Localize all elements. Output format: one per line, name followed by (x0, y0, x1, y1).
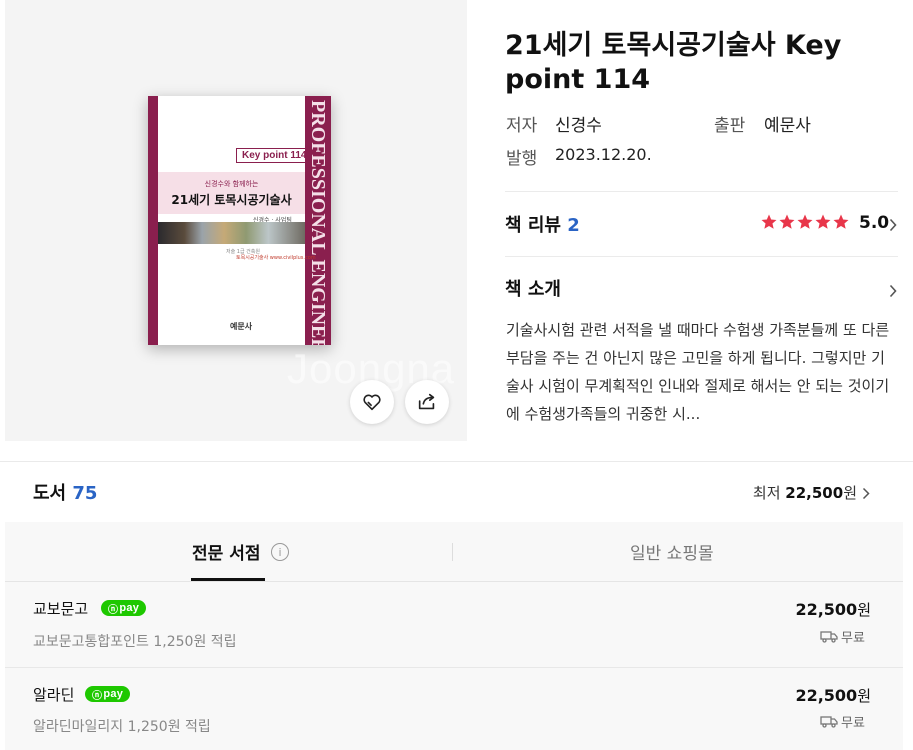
tab-general-mall[interactable]: 일반 쇼핑몰 (630, 539, 714, 564)
review-label: 책 리뷰 2 (505, 211, 580, 237)
book-spine (148, 96, 158, 345)
book-badge: Key point 114 (236, 148, 313, 163)
lowest-currency: 원 (843, 484, 857, 502)
share-button[interactable] (405, 380, 449, 424)
book-cover-image: PROFESSIONAL ENGINEER Key point 114 신경수와… (148, 96, 331, 345)
store-name: 알라딘 (33, 686, 75, 704)
lowest-prefix: 최저 (752, 484, 781, 502)
star-icon (779, 214, 795, 229)
like-button[interactable] (350, 380, 394, 424)
intro-text: 기술사시험 관련 서적을 낼 때마다 수험생 가족분들께 또 다른 부담을 주는… (506, 321, 890, 423)
store-price: 22,500원 (795, 685, 871, 706)
divider (505, 256, 898, 257)
books-count: 75 (72, 483, 98, 504)
tab-separator (452, 543, 453, 561)
npay-badge: ⓝ pay (85, 686, 131, 702)
book-publisher-logo: 예문사 (230, 322, 253, 331)
shipping-info: 무료 (820, 712, 865, 731)
book-photo-strip (158, 222, 305, 244)
truck-icon (820, 716, 838, 728)
books-header: 도서 75 (33, 479, 97, 505)
book-cover-panel: PROFESSIONAL ENGINEER Key point 114 신경수와… (5, 0, 467, 441)
truck-icon (820, 631, 838, 643)
price-currency: 원 (857, 687, 871, 705)
author-label: 저자 (506, 116, 538, 136)
review-count: 2 (567, 215, 580, 236)
star-icon (797, 214, 813, 229)
publisher-label: 출판 (714, 116, 746, 136)
lowest-price: 22,500 (785, 484, 844, 502)
shipping-text: 무료 (841, 631, 865, 646)
product-title: 21세기 토목시공기술사 Key point 114 (505, 30, 842, 95)
star-rating (760, 213, 850, 231)
intro-label: 책 소개 (505, 279, 561, 300)
price-value: 22,500 (795, 686, 858, 705)
book-pub-line: 토목시공기술사 www.civilplus.com (236, 255, 316, 261)
book-vertical-text: PROFESSIONAL ENGINEER (307, 100, 329, 345)
share-icon (418, 393, 435, 410)
rating-value: 5.0 (859, 213, 890, 233)
store-points: 교보문고통합포인트 1,250원 적립 (33, 634, 237, 650)
tabs-divider (5, 581, 903, 582)
store-points: 알라딘마일리지 1,250원 적립 (33, 719, 211, 735)
heart-icon (363, 394, 381, 411)
chevron-right-icon (889, 284, 897, 298)
date-label: 발행 (506, 149, 538, 169)
price-value: 22,500 (795, 600, 858, 619)
author-value[interactable]: 신경수 (555, 111, 602, 136)
npay-label: pay (103, 688, 124, 700)
shipping-info: 무료 (820, 627, 865, 646)
npay-badge: ⓝ pay (101, 600, 147, 616)
books-label-text: 도서 (33, 483, 67, 504)
tab-specialty-bookstore[interactable]: 전문 서점 (192, 539, 260, 564)
book-cover-title: 21세기 토목시공기술사 (171, 193, 292, 207)
chevron-right-icon (862, 487, 870, 500)
star-icon (833, 214, 849, 229)
date-value: 2023.12.20. (555, 145, 652, 164)
npay-n-icon: ⓝ (92, 690, 103, 702)
store-name: 교보문고 (33, 600, 89, 618)
price-currency: 원 (857, 601, 871, 619)
star-icon (815, 214, 831, 229)
npay-n-icon: ⓝ (108, 604, 119, 616)
book-subtitle: 신경수와 함께하는 (204, 180, 259, 188)
info-icon[interactable]: i (271, 543, 289, 561)
lowest-price-link[interactable]: 최저 22,500원 (753, 482, 857, 503)
chevron-right-icon (889, 218, 897, 232)
row-divider (5, 667, 903, 668)
shipping-text: 무료 (841, 716, 865, 731)
star-icon (761, 214, 777, 229)
publisher-value[interactable]: 예문사 (764, 111, 811, 136)
divider (505, 191, 898, 192)
npay-label: pay (119, 602, 140, 614)
store-price: 22,500원 (795, 599, 871, 620)
review-label-text: 책 리뷰 (505, 215, 561, 236)
section-divider (0, 461, 913, 462)
